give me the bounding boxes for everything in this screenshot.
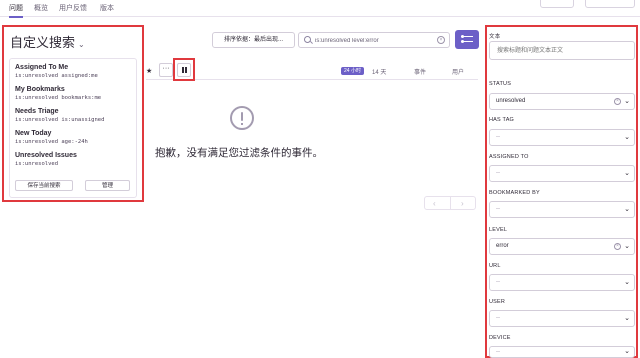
search-bar: × xyxy=(298,32,450,48)
filter-label-user: USER xyxy=(489,299,506,305)
next-page-icon[interactable]: › xyxy=(461,199,464,208)
tab-releases[interactable]: 版本 xyxy=(100,3,114,13)
chevron-down-icon: ⌄ xyxy=(624,98,630,105)
select-value: -- xyxy=(496,134,500,140)
level-select[interactable]: error × ⌄ xyxy=(489,238,635,255)
device-select[interactable]: -- ⌄ xyxy=(489,346,635,358)
saved-search-name: My Bookmarks xyxy=(15,86,65,93)
toggle-filters-button[interactable] xyxy=(455,30,479,49)
saved-search-name: New Today xyxy=(15,130,52,137)
top-action-button[interactable] xyxy=(540,0,574,8)
warning-icon xyxy=(230,106,254,130)
select-value: unresolved xyxy=(496,98,526,104)
search-icon xyxy=(304,36,311,43)
saved-search-name: Needs Triage xyxy=(15,108,59,115)
stream-header xyxy=(146,62,478,80)
filter-label-bookmarked-by: BOOKMARKED BY xyxy=(489,190,540,196)
select-value: error xyxy=(496,243,509,249)
saved-search-query: is:unresolved assigned:me xyxy=(15,73,98,79)
saved-search-query: is:unresolved xyxy=(15,161,59,167)
saved-search-name: Unresolved Issues xyxy=(15,152,77,159)
status-select[interactable]: unresolved × ⌄ xyxy=(489,93,635,110)
top-nav: 问题 概览 用户反馈 版本 xyxy=(0,0,640,18)
chevron-down-icon: ⌄ xyxy=(624,206,630,213)
column-events: 事件 xyxy=(414,70,427,76)
chevron-down-icon: ⌄ xyxy=(624,170,630,177)
chevron-down-icon: ⌄ xyxy=(624,348,630,355)
filter-label-device: DEVICE xyxy=(489,335,511,341)
url-select[interactable]: -- ⌄ xyxy=(489,274,635,291)
star-icon[interactable]: ★ xyxy=(146,67,152,75)
text-search-field xyxy=(489,41,635,60)
pause-stream-button[interactable] xyxy=(177,63,191,77)
empty-state-message: 抱歉，没有满足您过滤条件的事件。 xyxy=(155,147,323,159)
select-value: -- xyxy=(496,315,500,321)
saved-search-query: is:unresolved age:-24h xyxy=(15,139,88,145)
saved-search-item[interactable]: New Today is:unresolved age:-24h xyxy=(15,130,88,145)
tab-issues[interactable]: 问题 xyxy=(9,3,23,18)
pause-icon xyxy=(182,67,184,73)
saved-search-menu: Assigned To Me is:unresolved assigned:me… xyxy=(9,58,137,198)
filter-label-level: LEVEL xyxy=(489,227,508,233)
save-current-search-button[interactable]: 保存当前搜索 xyxy=(15,180,73,191)
pagination-divider xyxy=(450,197,451,209)
filter-label-url: URL xyxy=(489,263,501,269)
saved-search-query: is:unresolved bookmarks:me xyxy=(15,95,102,101)
text-search-input[interactable] xyxy=(497,46,627,56)
select-value: -- xyxy=(496,279,500,285)
prev-page-icon[interactable]: ‹ xyxy=(433,199,436,208)
select-value: -- xyxy=(496,170,500,176)
period-14d-toggle[interactable]: 14 天 xyxy=(372,67,386,76)
chevron-down-icon: ⌄ xyxy=(624,243,630,250)
filter-label-status: STATUS xyxy=(489,81,512,87)
pause-icon xyxy=(185,67,187,73)
manage-searches-button[interactable]: 管理 xyxy=(85,180,130,191)
saved-search-name: Assigned To Me xyxy=(15,64,69,71)
select-value: -- xyxy=(496,349,500,355)
column-users: 用户 xyxy=(452,70,465,76)
pagination: ‹ › xyxy=(424,196,476,210)
text-filter-label: 文本 xyxy=(489,34,501,40)
has-tag-select[interactable]: -- ⌄ xyxy=(489,129,635,146)
filter-label-has-tag: HAS TAG xyxy=(489,117,515,123)
top-settings-button[interactable] xyxy=(585,0,635,8)
saved-search-title: 自定义搜索 xyxy=(10,35,76,50)
select-value: -- xyxy=(496,206,500,212)
chevron-down-icon: ⌄ xyxy=(624,134,630,141)
search-input[interactable] xyxy=(315,35,433,46)
chevron-down-icon: ⌄ xyxy=(624,279,630,286)
sliders-icon xyxy=(461,40,473,43)
more-actions-button[interactable]: ··· xyxy=(159,63,173,77)
assigned-to-select[interactable]: -- ⌄ xyxy=(489,165,635,182)
clear-search-icon[interactable]: × xyxy=(437,36,445,44)
sort-dropdown-button[interactable]: 排序依据：最后出现... xyxy=(212,32,295,48)
filter-label-assigned-to: ASSIGNED TO xyxy=(489,154,529,160)
saved-search-item[interactable]: My Bookmarks is:unresolved bookmarks:me xyxy=(15,86,101,101)
chevron-down-icon: ⌄ xyxy=(624,315,630,322)
sliders-icon xyxy=(461,35,473,38)
saved-search-query: is:unresolved is:unassigned xyxy=(15,117,105,123)
tab-overview[interactable]: 概览 xyxy=(34,3,48,13)
tab-user-feedback[interactable]: 用户反馈 xyxy=(59,3,87,13)
clear-icon[interactable]: × xyxy=(614,243,621,250)
saved-search-item[interactable]: Needs Triage is:unresolved is:unassigned xyxy=(15,108,104,123)
bookmarked-by-select[interactable]: -- ⌄ xyxy=(489,201,635,218)
saved-search-item[interactable]: Assigned To Me is:unresolved assigned:me xyxy=(15,64,98,79)
user-select[interactable]: -- ⌄ xyxy=(489,310,635,327)
period-24h-toggle[interactable]: 24 小时 xyxy=(341,67,364,75)
saved-search-dropdown[interactable]: 自定义搜索 ⌄ xyxy=(10,32,85,51)
saved-search-item[interactable]: Unresolved Issues is:unresolved xyxy=(15,152,77,167)
chevron-down-icon: ⌄ xyxy=(78,40,85,49)
clear-icon[interactable]: × xyxy=(614,98,621,105)
